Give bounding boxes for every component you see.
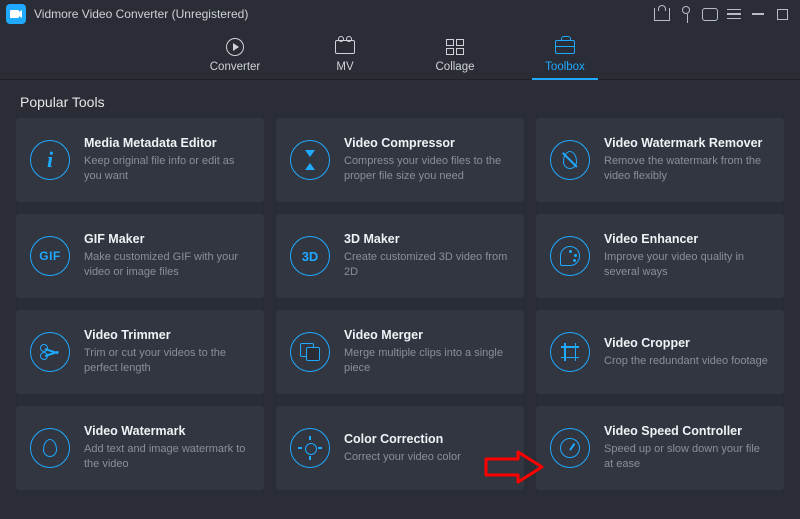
tool-title: Video Enhancer xyxy=(604,232,770,246)
tool-desc: Merge multiple clips into a single piece xyxy=(344,346,510,376)
drop-icon xyxy=(30,428,70,468)
tool-title: Video Trimmer xyxy=(84,328,250,342)
tool-desc: Correct your video color xyxy=(344,450,510,465)
window-minimize-icon[interactable] xyxy=(746,2,770,26)
tool-title: Video Watermark Remover xyxy=(604,136,770,150)
tool-media-metadata-editor[interactable]: i Media Metadata Editor Keep original fi… xyxy=(16,118,264,202)
register-key-icon[interactable] xyxy=(674,2,698,26)
tool-video-watermark[interactable]: Video Watermark Add text and image water… xyxy=(16,406,264,490)
tab-label: MV xyxy=(336,61,353,73)
tab-label: Collage xyxy=(436,61,475,73)
menu-icon[interactable] xyxy=(722,2,746,26)
tool-title: Color Correction xyxy=(344,432,510,446)
tool-desc: Add text and image watermark to the vide… xyxy=(84,442,250,472)
crop-icon xyxy=(550,332,590,372)
tool-title: GIF Maker xyxy=(84,232,250,246)
info-icon: i xyxy=(30,140,70,180)
tool-color-correction[interactable]: Color Correction Correct your video colo… xyxy=(276,406,524,490)
tool-title: Media Metadata Editor xyxy=(84,136,250,150)
tab-mv[interactable]: MV xyxy=(316,37,374,79)
tool-video-cropper[interactable]: Video Cropper Crop the redundant video f… xyxy=(536,310,784,394)
tool-title: Video Merger xyxy=(344,328,510,342)
feedback-icon[interactable] xyxy=(698,2,722,26)
sun-icon xyxy=(290,428,330,468)
tool-video-merger[interactable]: Video Merger Merge multiple clips into a… xyxy=(276,310,524,394)
tool-title: Video Compressor xyxy=(344,136,510,150)
toolbox-icon xyxy=(555,37,575,57)
tool-desc: Keep original file info or edit as you w… xyxy=(84,154,250,184)
three-d-icon: 3D xyxy=(290,236,330,276)
watermark-remove-icon xyxy=(550,140,590,180)
tool-video-enhancer[interactable]: Video Enhancer Improve your video qualit… xyxy=(536,214,784,298)
purchase-icon[interactable] xyxy=(650,2,674,26)
app-logo-icon xyxy=(6,4,26,24)
tool-desc: Make customized GIF with your video or i… xyxy=(84,250,250,280)
tool-desc: Speed up or slow down your file at ease xyxy=(604,442,770,472)
tool-gif-maker[interactable]: GIF GIF Maker Make customized GIF with y… xyxy=(16,214,264,298)
section-heading: Popular Tools xyxy=(0,80,800,118)
tool-video-compressor[interactable]: Video Compressor Compress your video fil… xyxy=(276,118,524,202)
converter-icon xyxy=(225,37,245,57)
titlebar: Vidmore Video Converter (Unregistered) xyxy=(0,0,800,28)
main-nav: Converter MV Collage Toolbox xyxy=(0,28,800,80)
tool-title: Video Cropper xyxy=(604,336,770,350)
tool-watermark-remover[interactable]: Video Watermark Remover Remove the water… xyxy=(536,118,784,202)
tool-grid: i Media Metadata Editor Keep original fi… xyxy=(0,118,800,506)
tool-desc: Crop the redundant video footage xyxy=(604,354,770,369)
tool-desc: Compress your video files to the proper … xyxy=(344,154,510,184)
tool-video-speed-controller[interactable]: Video Speed Controller Speed up or slow … xyxy=(536,406,784,490)
collage-icon xyxy=(445,37,465,57)
tool-desc: Create customized 3D video from 2D xyxy=(344,250,510,280)
tool-desc: Improve your video quality in several wa… xyxy=(604,250,770,280)
tool-3d-maker[interactable]: 3D 3D Maker Create customized 3D video f… xyxy=(276,214,524,298)
tab-label: Converter xyxy=(210,61,261,73)
tab-label: Toolbox xyxy=(545,61,585,73)
tool-title: Video Speed Controller xyxy=(604,424,770,438)
tab-collage[interactable]: Collage xyxy=(426,37,484,79)
tab-converter[interactable]: Converter xyxy=(206,37,264,79)
scissors-icon xyxy=(30,332,70,372)
mv-icon xyxy=(335,37,355,57)
tool-desc: Trim or cut your videos to the perfect l… xyxy=(84,346,250,376)
palette-icon xyxy=(550,236,590,276)
tool-title: Video Watermark xyxy=(84,424,250,438)
speed-icon xyxy=(550,428,590,468)
window-maximize-icon[interactable] xyxy=(770,2,794,26)
tool-video-trimmer[interactable]: Video Trimmer Trim or cut your videos to… xyxy=(16,310,264,394)
tool-desc: Remove the watermark from the video flex… xyxy=(604,154,770,184)
app-title: Vidmore Video Converter (Unregistered) xyxy=(34,7,248,21)
gif-icon: GIF xyxy=(30,236,70,276)
tab-toolbox[interactable]: Toolbox xyxy=(536,37,594,79)
merge-icon xyxy=(290,332,330,372)
tool-title: 3D Maker xyxy=(344,232,510,246)
compress-icon xyxy=(290,140,330,180)
